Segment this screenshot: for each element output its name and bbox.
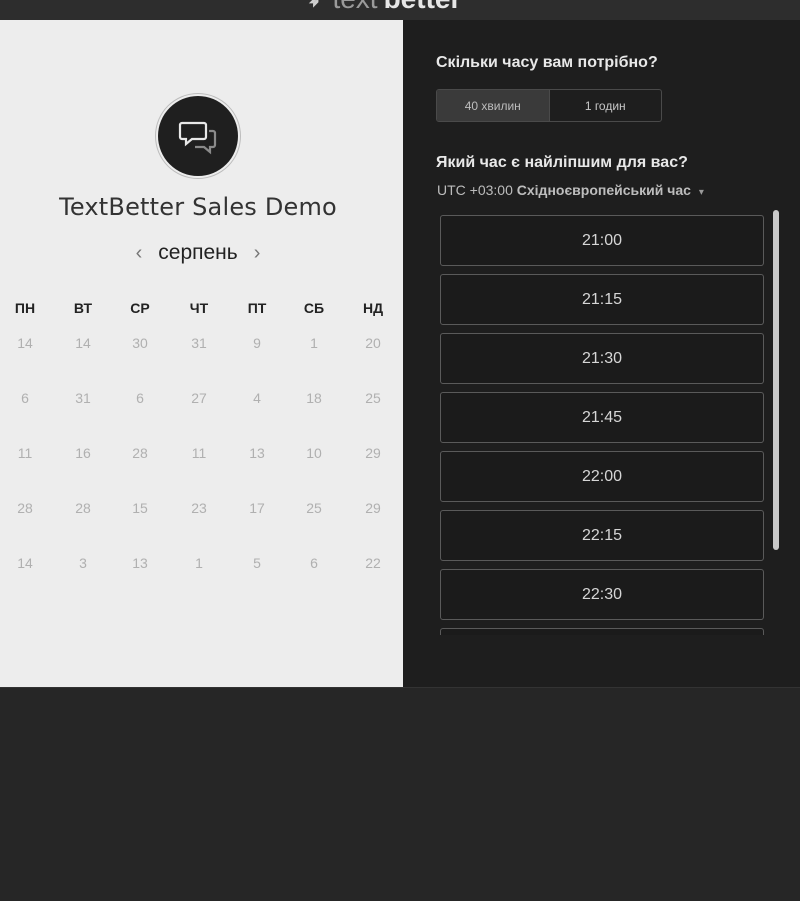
calendar-week-row: 14 3 13 1 5 6 22 [0, 555, 403, 610]
time-slot-button[interactable]: 21:00 [440, 215, 764, 266]
calendar-day: 4 [253, 390, 261, 406]
logo-text-bold: better [384, 0, 462, 15]
calendar-day: 25 [365, 390, 381, 406]
month-label: серпень [158, 241, 238, 264]
time-slot-button[interactable] [440, 628, 764, 635]
calendar-day: 20 [365, 335, 381, 351]
event-title: TextBetter Sales Demo [59, 193, 337, 221]
calendar-day: 25 [306, 500, 322, 516]
top-bar: ➶ text better [0, 0, 800, 21]
event-panel: TextBetter Sales Demo ‹ серпень › ПН ВТ СР… [0, 20, 403, 687]
calendar-day: 6 [310, 555, 318, 571]
duration-selector: 40 хвилин 1 годин [436, 89, 662, 122]
weekday-header: ПН ВТ СР ЧТ ПТ СБ НД [0, 300, 403, 335]
calendar-day: 28 [75, 500, 91, 516]
weekday-label: СБ [303, 300, 325, 316]
time-slot-button[interactable]: 22:15 [440, 510, 764, 561]
calendar-day: 6 [21, 390, 29, 406]
logo-text-light: text [332, 0, 377, 15]
timezone-dropdown[interactable]: UTC +03:00 Східноєвропейський час ▾ [437, 182, 704, 198]
booking-panel: Скільки часу вам потрібно? 40 хвилин 1 г… [403, 20, 800, 687]
timezone-name: Східноєвропейський час [516, 182, 691, 198]
weekday-label: НД [362, 300, 384, 316]
next-month-button[interactable]: › [252, 242, 263, 265]
time-slot-button[interactable]: 21:45 [440, 392, 764, 443]
chevron-down-icon: ▾ [698, 187, 704, 198]
weekday-label: ЧТ [189, 300, 209, 316]
calendar-day: 11 [17, 445, 33, 461]
calendar-grid: ПН ВТ СР ЧТ ПТ СБ НД 14 14 30 31 9 1 20 6 31 6 27 4 18 25 11… [0, 300, 403, 610]
calendar-day: 13 [132, 555, 148, 571]
calendar-day: 15 [132, 500, 148, 516]
calendar-day: 14 [17, 335, 33, 351]
weekday-label: ВТ [73, 300, 93, 316]
calendar-day: 9 [253, 335, 261, 351]
calendar-day: 31 [191, 335, 207, 351]
calendar-day: 22 [365, 555, 381, 571]
calendar-day: 14 [17, 555, 33, 571]
calendar-day: 6 [136, 390, 144, 406]
time-question: Який час є найліпшим для вас? [436, 154, 688, 171]
logo-mark-icon: ➶ [308, 0, 326, 12]
calendar-day: 31 [75, 390, 91, 406]
calendar-day: 10 [306, 445, 322, 461]
calendar-day: 3 [79, 555, 87, 571]
weekday-label: ПН [14, 300, 36, 316]
calendar-week-row: 28 28 15 23 17 25 29 [0, 500, 403, 555]
duration-option-1-hour[interactable]: 1 годин [550, 90, 662, 121]
calendar-day: 17 [249, 500, 265, 516]
chat-bubbles-icon [158, 96, 238, 176]
time-slot-list: 21:00 21:15 21:30 21:45 22:00 22:15 22:30 [440, 215, 766, 635]
prev-month-button[interactable]: ‹ [134, 242, 145, 265]
calendar-day: 27 [191, 390, 207, 406]
calendar-day: 28 [17, 500, 33, 516]
time-slot-button[interactable]: 21:30 [440, 333, 764, 384]
time-slot-button[interactable]: 22:30 [440, 569, 764, 620]
weekday-label: СР [130, 300, 150, 316]
calendar-day: 5 [253, 555, 261, 571]
timezone-offset: UTC +03:00 [437, 182, 513, 198]
calendar-day: 13 [249, 445, 265, 461]
calendar-day: 11 [191, 445, 207, 461]
calendar-day: 1 [310, 335, 318, 351]
duration-option-40-min[interactable]: 40 хвилин [437, 90, 550, 121]
duration-question: Скільки часу вам потрібно? [436, 54, 658, 71]
time-slot-button[interactable]: 21:15 [440, 274, 764, 325]
slot-list-scrollbar[interactable] [773, 210, 779, 550]
calendar-day: 29 [365, 445, 381, 461]
weekday-label: ПТ [247, 300, 267, 316]
calendar-day: 18 [306, 390, 322, 406]
calendar-day: 16 [75, 445, 91, 461]
calendar-day: 29 [365, 500, 381, 516]
calendar-day: 28 [132, 445, 148, 461]
page-footer-area [0, 687, 800, 901]
time-slot-button[interactable]: 22:00 [440, 451, 764, 502]
calendar-week-row: 11 16 28 11 13 10 29 [0, 445, 403, 500]
calendar-week-row: 6 31 6 27 4 18 25 [0, 390, 403, 445]
calendar-week-row: 14 14 30 31 9 1 20 [0, 335, 403, 390]
calendar-day: 1 [195, 555, 203, 571]
calendar-day: 23 [191, 500, 207, 516]
calendar-day: 14 [75, 335, 91, 351]
calendar-day: 30 [132, 335, 148, 351]
textbetter-logo: ➶ text better [308, 0, 461, 14]
month-navigation: ‹ серпень › [0, 240, 396, 266]
